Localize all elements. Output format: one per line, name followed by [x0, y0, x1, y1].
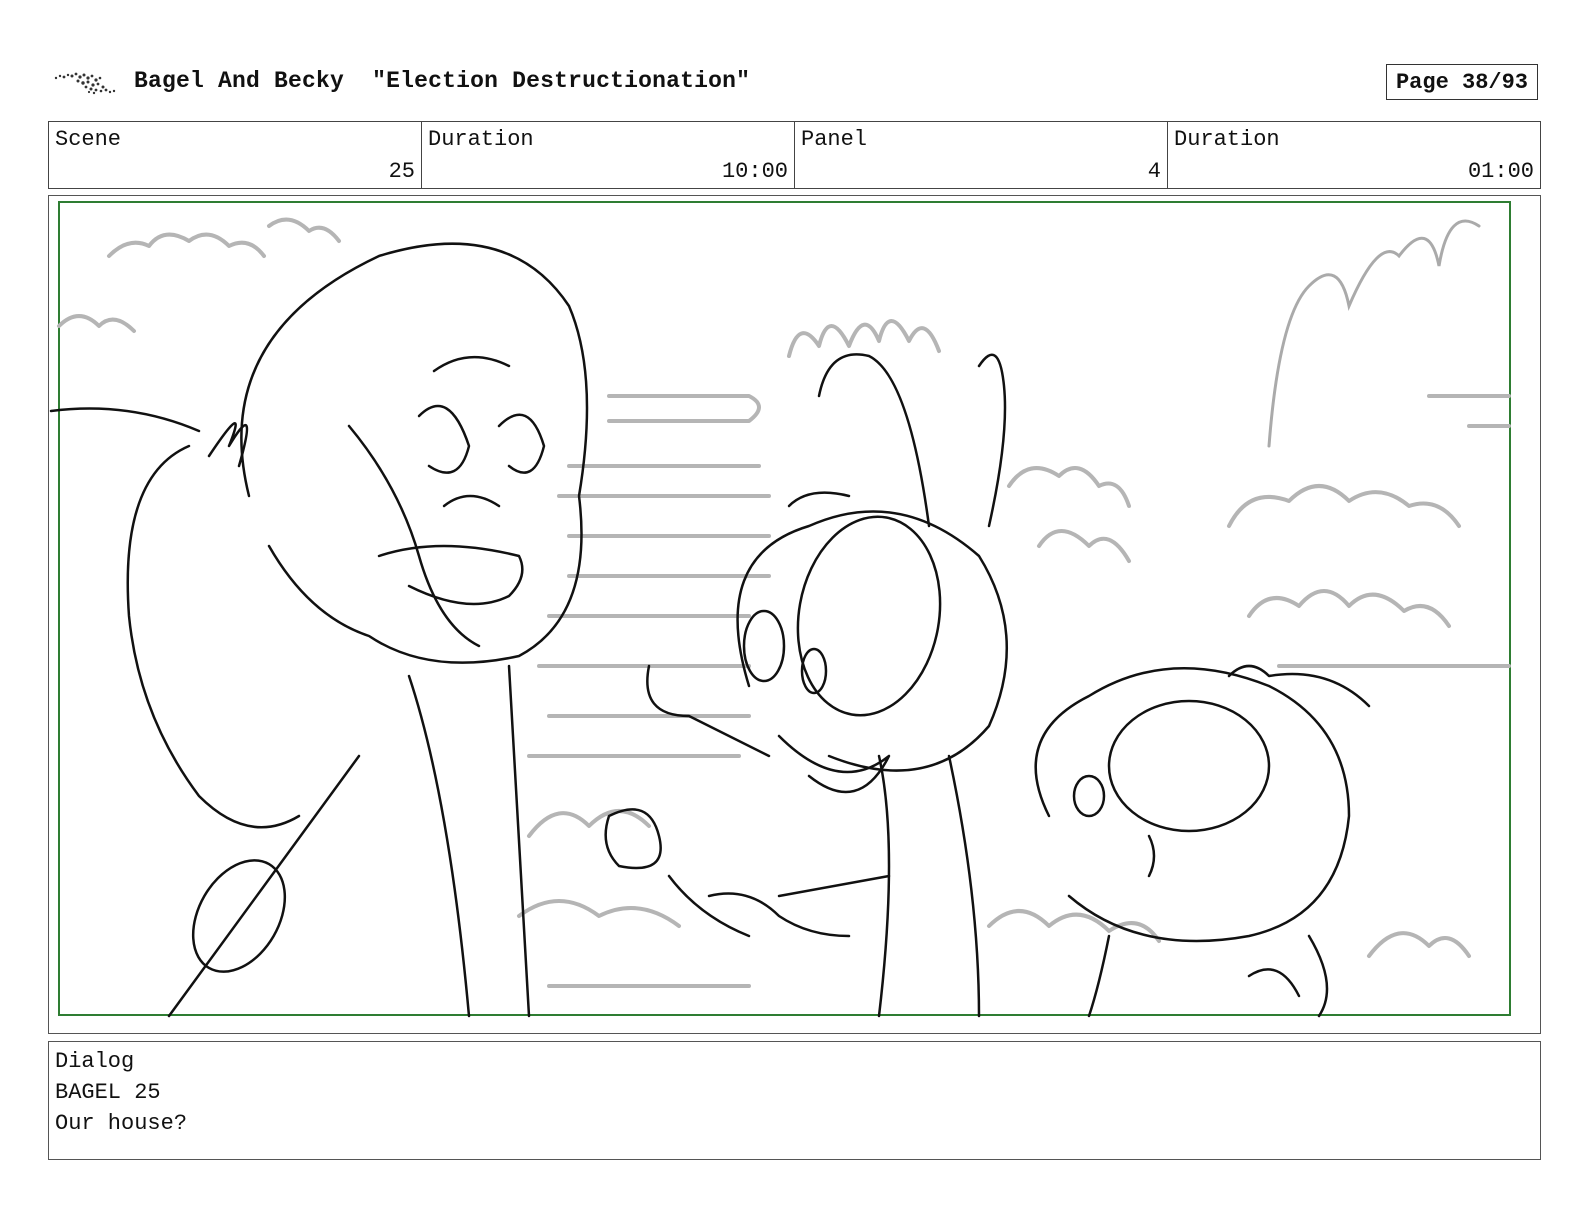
scene-info-bar: Scene 25 Duration 10:00 Panel 4 Duration… [48, 121, 1541, 189]
page-label: Page 38/93 [1395, 69, 1529, 95]
panel-value: 4 [1147, 159, 1161, 184]
scene-duration-value: 10:00 [721, 159, 788, 184]
panel-duration-label: Duration [1174, 127, 1280, 152]
scene-value: 25 [388, 159, 415, 184]
episode-title: "Election Destructionation" [372, 68, 751, 94]
panel-cell: Panel 4 [795, 122, 1168, 188]
scene-label: Scene [55, 127, 122, 152]
scene-cell: Scene 25 [49, 122, 422, 188]
scene-duration-cell: Duration 10:00 [422, 122, 795, 188]
studio-logo-icon [54, 72, 116, 95]
dialog-character: BAGEL 25 [55, 1080, 161, 1105]
dialog-line: Our house? [55, 1111, 188, 1136]
storyboard-panel [48, 195, 1541, 1034]
storyboard-drawing [49, 201, 1511, 1018]
tree-outline-sketch [1267, 219, 1481, 448]
show-title: Bagel And Becky [134, 68, 345, 94]
scene-duration-label: Duration [428, 127, 534, 152]
panel-duration-cell: Duration 01:00 [1168, 122, 1540, 188]
page-number: Page 38/93 [1386, 64, 1538, 100]
character-line-art [49, 242, 1371, 1018]
panel-duration-value: 01:00 [1467, 159, 1534, 184]
dialog-box: Dialog BAGEL 25 Our house? [48, 1041, 1541, 1160]
safe-area-frame [58, 201, 1511, 1016]
panel-label: Panel [801, 127, 868, 152]
dialog-label: Dialog [55, 1049, 135, 1074]
document-title: Bagel And Becky "Election Destructionati… [134, 68, 750, 94]
